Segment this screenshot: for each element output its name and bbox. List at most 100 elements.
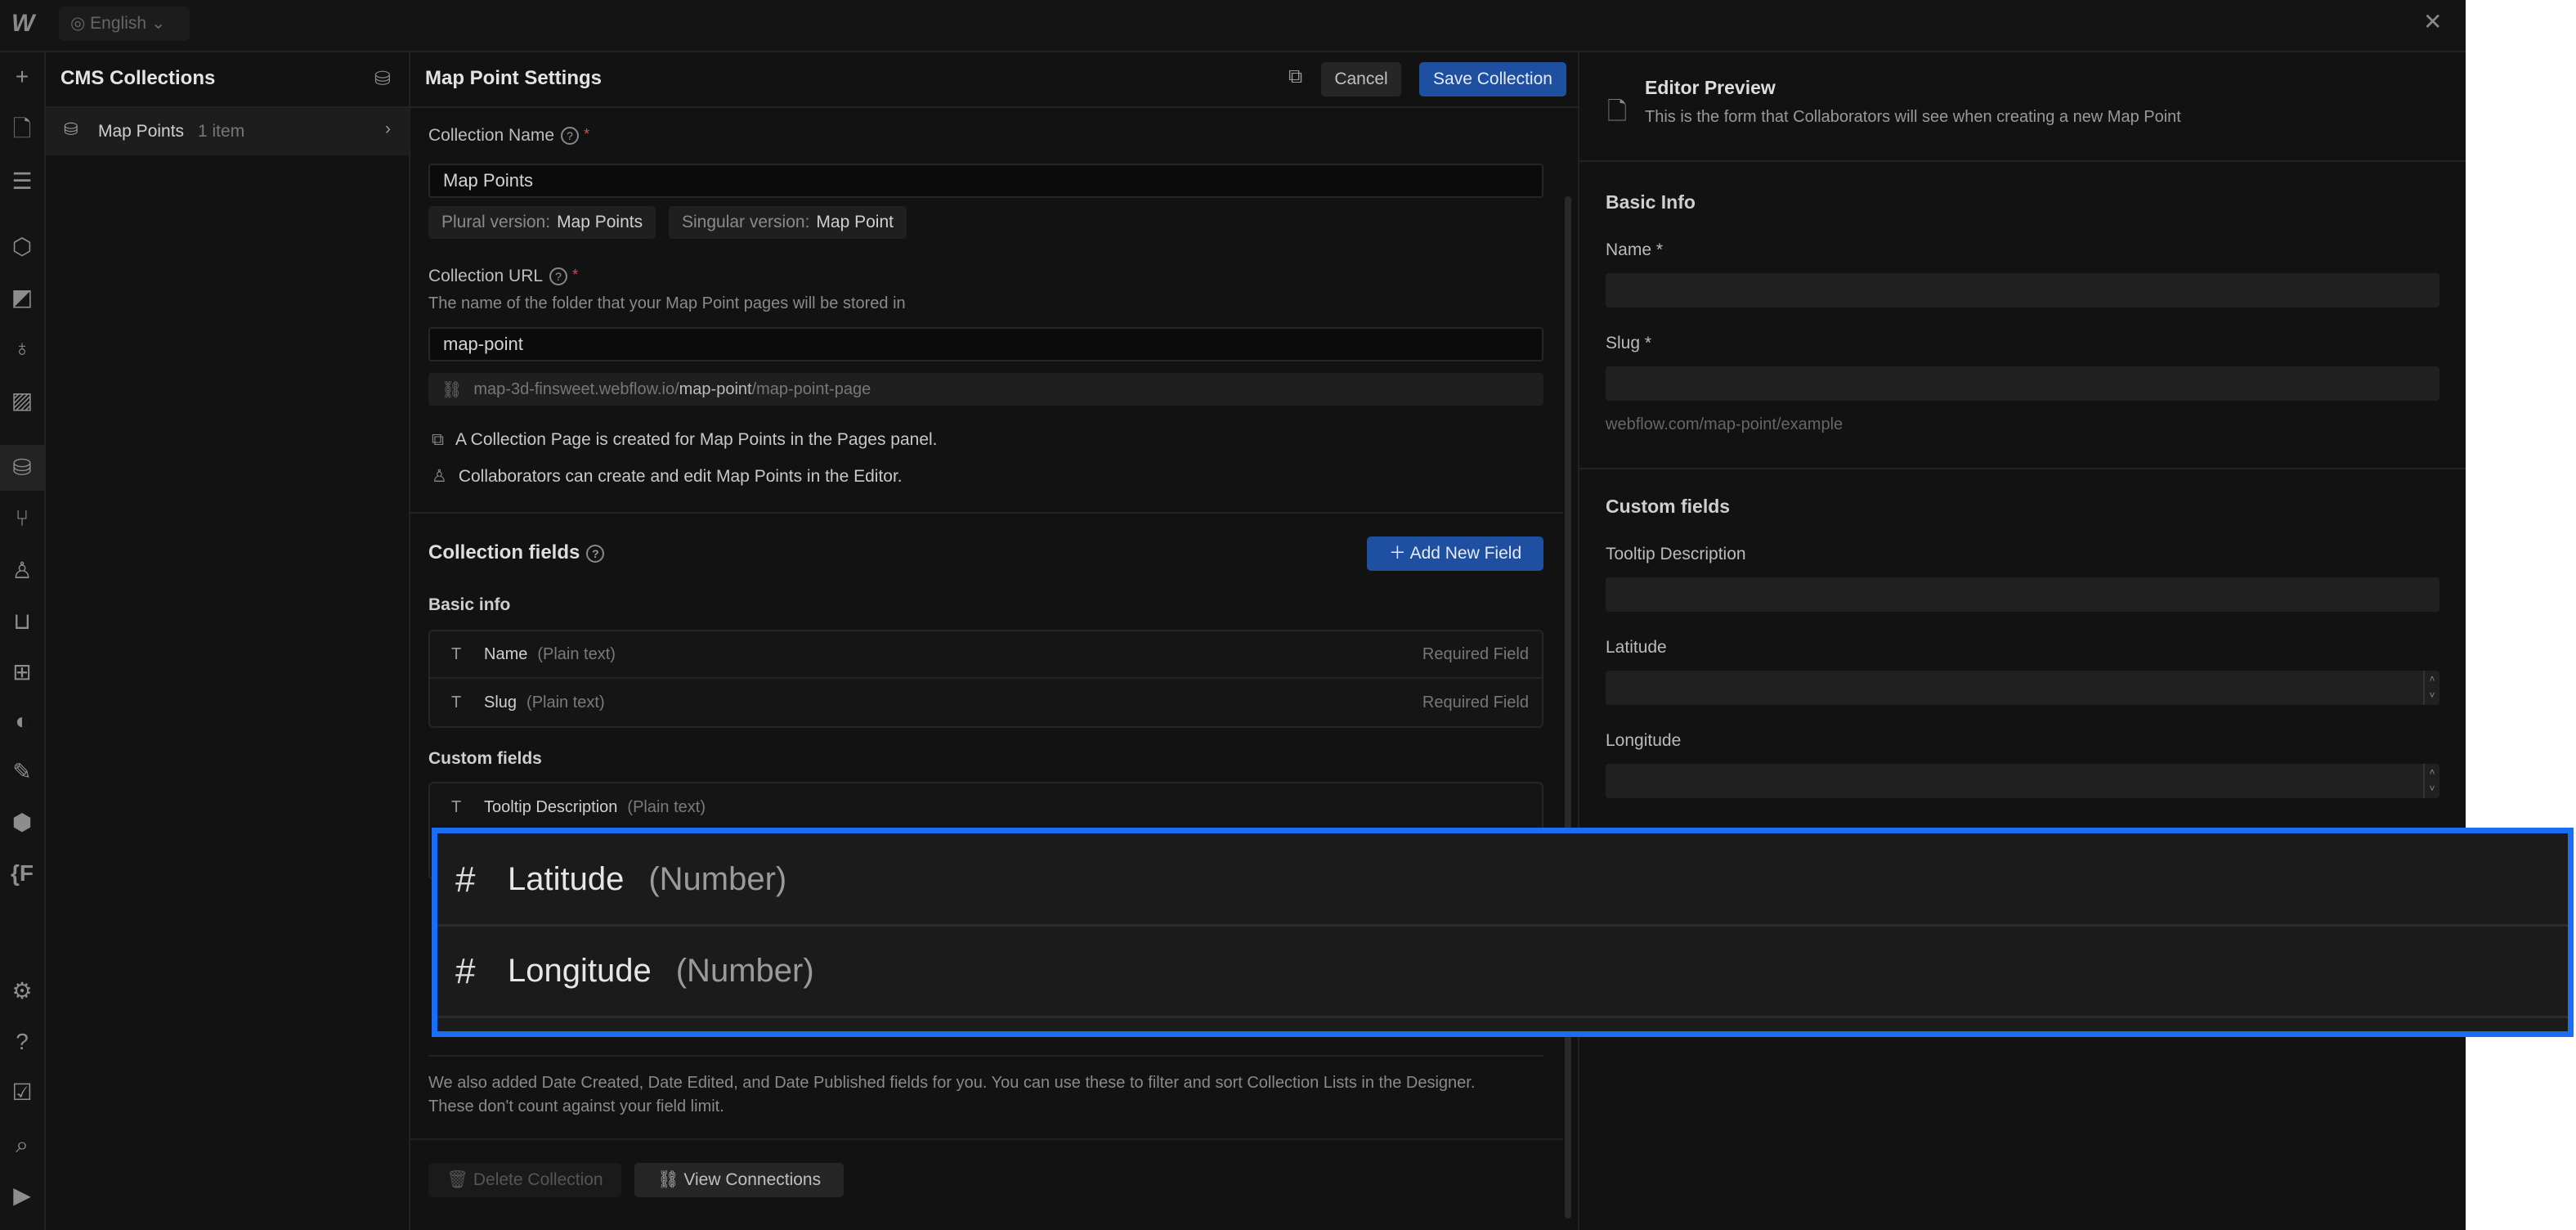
panel-title: CMS Collections [60, 67, 216, 89]
preview-subtitle: This is the form that Collaborators will… [1645, 108, 2181, 126]
logic-icon[interactable]: ⑂ [0, 496, 44, 541]
collection-page-info: A Collection Page is created for Map Poi… [455, 430, 938, 449]
settings-icon[interactable]: ⚙ [0, 968, 44, 1014]
url-domain: map-3d-finsweet.webflow.io/ [473, 379, 679, 398]
text-type-icon: T [451, 644, 462, 663]
delete-label: Delete Collection [473, 1170, 603, 1189]
slug-input[interactable] [1606, 366, 2439, 401]
add-collection-icon[interactable]: ⛁ [374, 67, 391, 91]
text-type-icon: T [451, 797, 462, 816]
top-bar: W ◎ English ⌄ ✕ [0, 0, 2466, 52]
variables-icon[interactable]: ♁ [0, 325, 44, 371]
add-icon[interactable]: + [0, 54, 44, 100]
search-icon[interactable]: ⌕ [0, 1122, 44, 1168]
audit-icon[interactable]: ☑ [0, 1070, 44, 1116]
webflow-logo[interactable]: W [11, 10, 34, 38]
page-icon: ⧉ [432, 430, 444, 449]
ecommerce-icon[interactable]: ⊔ [0, 599, 44, 644]
field-name: Slug [484, 693, 517, 712]
singular-label: Singular version: [682, 213, 810, 231]
text-type-icon: T [451, 693, 462, 712]
trash-icon: 🗑 [446, 1170, 473, 1189]
collection-url-input[interactable]: map-point [428, 327, 1543, 361]
field-row-longitude[interactable]: # Longitude (Number) [437, 927, 2568, 1018]
add-field-label: Add New Field [1409, 544, 1522, 563]
field-row-slug[interactable]: T Slug (Plain text) Required Field [430, 679, 1542, 726]
tooltip-description-input[interactable] [1606, 577, 2439, 612]
basic-fields-list: T Name (Plain text) Required Field T Slug (Pl… [428, 630, 1543, 728]
field-name: Longitude [508, 953, 652, 989]
number-stepper[interactable]: ˄ ˅ [2423, 764, 2439, 798]
users-icon[interactable]: ♙ [0, 548, 44, 594]
collection-url-description: The name of the folder that your Map Poi… [428, 294, 906, 312]
field-row-latitude[interactable]: # Latitude (Number) [437, 835, 2568, 927]
number-type-icon: # [455, 950, 476, 991]
3d-icon[interactable]: ⬢ [0, 800, 44, 846]
fonts-icon[interactable]: {F [0, 851, 44, 896]
plural-value: Map Points [557, 213, 643, 231]
help-icon[interactable]: ? [0, 1019, 44, 1065]
help-icon[interactable]: ? [561, 127, 580, 146]
collaborators-info: Collaborators can create and edit Map Po… [458, 467, 903, 486]
close-icon[interactable]: ✕ [2423, 8, 2442, 35]
collection-item-map-points[interactable]: ⛁ Map Points 1 item › [46, 108, 409, 155]
collection-name-input[interactable]: Map Points [428, 164, 1543, 198]
singular-version-chip: Singular version: Map Point [669, 206, 907, 239]
link-icon: ⛓ [656, 1170, 684, 1189]
latitude-label: Latitude [1606, 638, 1667, 657]
field-name: Name [484, 644, 528, 663]
paint-icon[interactable]: ✎ [0, 749, 44, 795]
collection-fields-title: Collection fields [428, 541, 580, 563]
zoomed-highlight-number-fields: # Latitude (Number) # Longitude (Number) [432, 828, 2574, 1037]
singular-value: Map Point [816, 213, 894, 231]
left-icon-rail: + 🗋 ☰ ⬡ ◩ ♁ ▨ ⛁ ⑂ ♙ ⊔ ⊞ ◐ ✎ ⬢ {F ⚙ ? ☑ ⌕… [0, 52, 46, 1230]
video-icon[interactable]: ▶ [0, 1173, 44, 1219]
save-collection-button[interactable]: Save Collection [1419, 62, 1566, 97]
assets-icon[interactable]: ▨ [0, 378, 44, 424]
longitude-input[interactable]: ˄ ˅ [1606, 764, 2439, 798]
number-stepper[interactable]: ˄ ˅ [2423, 671, 2439, 705]
plural-version-chip: Plural version: Map Points [428, 206, 656, 239]
view-connections-button[interactable]: ⛓ View Connections [634, 1163, 844, 1197]
longitude-label: Longitude [1606, 731, 1682, 750]
apps-icon[interactable]: ⊞ [0, 649, 44, 695]
field-name: Tooltip Description [484, 797, 618, 816]
field-row-name[interactable]: T Name (Plain text) Required Field [430, 631, 1542, 679]
slug-label: Slug * [1606, 334, 1652, 352]
link-icon: ⛓ [441, 380, 463, 399]
duplicate-icon[interactable]: ⧉ [1288, 65, 1302, 88]
cancel-button[interactable]: Cancel [1321, 62, 1401, 97]
pages-icon[interactable]: 🗋 [0, 106, 44, 152]
add-new-field-button[interactable]: ＋ Add New Field [1367, 536, 1543, 571]
latitude-input[interactable]: ˄ ˅ [1606, 671, 2439, 705]
divider [428, 1055, 1543, 1057]
url-folder: map-point [679, 379, 752, 398]
localization-icon[interactable]: ◐ [0, 698, 44, 744]
collection-name-label: Collection Name [428, 126, 555, 145]
required-asterisk: * [584, 126, 590, 142]
date-fields-note: We also added Date Created, Date Edited,… [428, 1074, 1476, 1116]
field-row-tooltip-description[interactable]: T Tooltip Description (Plain text) [430, 783, 1542, 831]
chevron-down-icon: ⌄ [146, 14, 166, 33]
number-type-icon: # [455, 859, 476, 900]
help-icon[interactable]: ? [586, 544, 605, 563]
style-selectors-icon[interactable]: ◩ [0, 275, 44, 321]
editor-preview-panel: 🗋 Editor Preview This is the form that C… [1579, 52, 2466, 1230]
plural-label: Plural version: [441, 213, 551, 231]
field-name: Latitude [508, 861, 625, 897]
language-dropdown[interactable]: ◎ English ⌄ [59, 7, 190, 41]
components-icon[interactable]: ⬡ [0, 224, 44, 270]
divider [410, 512, 1563, 514]
settings-title: Map Point Settings [425, 67, 602, 89]
help-icon[interactable]: ? [549, 267, 568, 286]
delete-collection-button[interactable]: 🗑 Delete Collection [428, 1163, 621, 1197]
field-type: (Number) [675, 953, 814, 989]
field-type: (Plain text) [627, 797, 706, 816]
field-type: (Number) [648, 861, 787, 897]
scrollbar[interactable] [1565, 196, 1571, 1219]
chevron-right-icon: › [385, 119, 391, 138]
preview-document-icon: 🗋 [1607, 98, 1628, 125]
cms-icon[interactable]: ⛁ [0, 445, 44, 491]
name-input[interactable] [1606, 273, 2439, 308]
navigator-icon[interactable]: ☰ [0, 159, 44, 204]
